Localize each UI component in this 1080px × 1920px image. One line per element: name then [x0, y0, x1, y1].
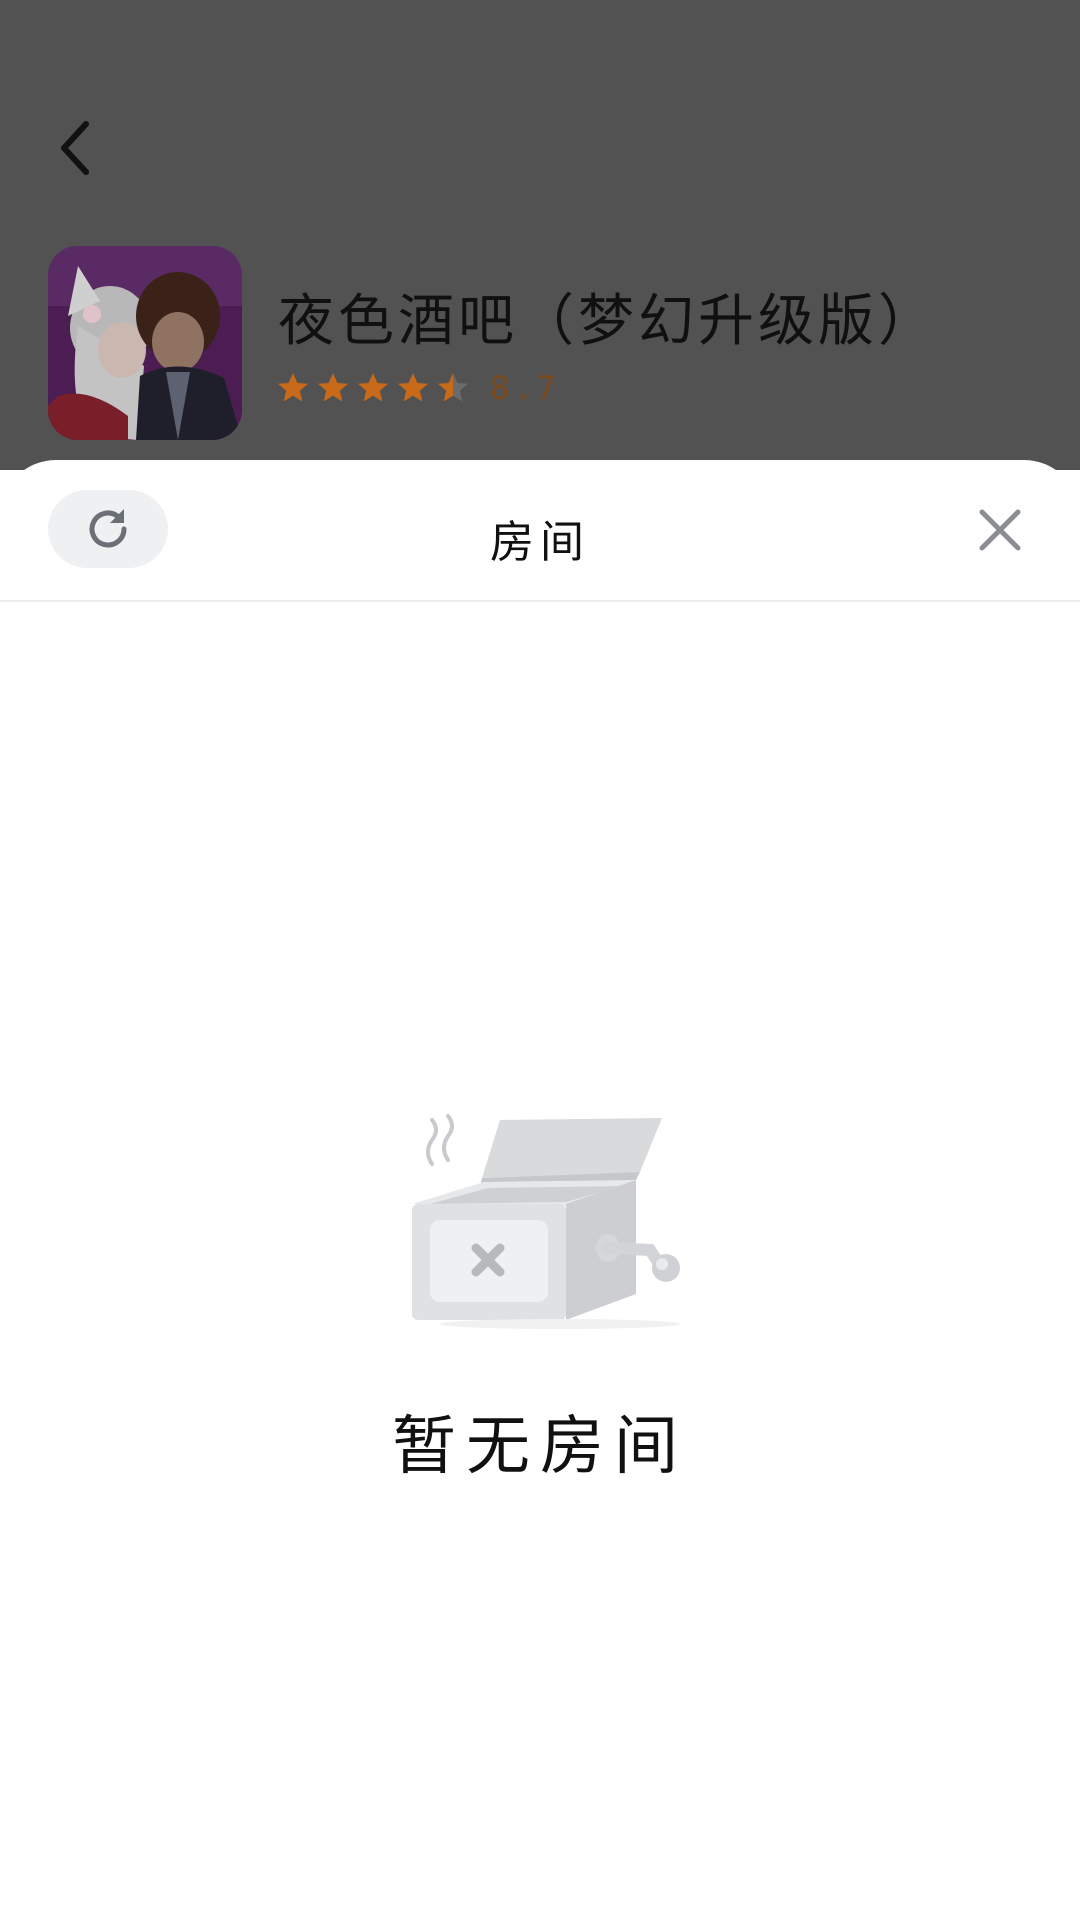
sheet-title: 房间 — [490, 517, 590, 568]
rating-row: 8.7 — [276, 366, 560, 410]
back-button[interactable] — [50, 118, 100, 178]
close-button[interactable] — [972, 502, 1028, 558]
close-icon — [979, 509, 1021, 551]
empty-state-text: 暂无房间 — [392, 1410, 688, 1484]
star-icon — [318, 373, 348, 402]
game-title: 夜色酒吧（梦幻升级版） — [278, 289, 938, 354]
star-icon — [358, 373, 388, 402]
game-cover-image[interactable] — [48, 246, 242, 440]
star-icon — [438, 373, 468, 402]
game-detail-page: 夜色酒吧（梦幻升级版） 8.7 — [0, 0, 1080, 470]
rating-score: 8.7 — [490, 369, 560, 407]
sheet-header: 房间 — [0, 460, 1080, 602]
rating-stars — [276, 371, 476, 405]
star-icon — [278, 373, 308, 402]
empty-box-icon — [412, 1114, 680, 1329]
star-icon — [398, 373, 428, 402]
chevron-left-icon — [61, 121, 89, 175]
